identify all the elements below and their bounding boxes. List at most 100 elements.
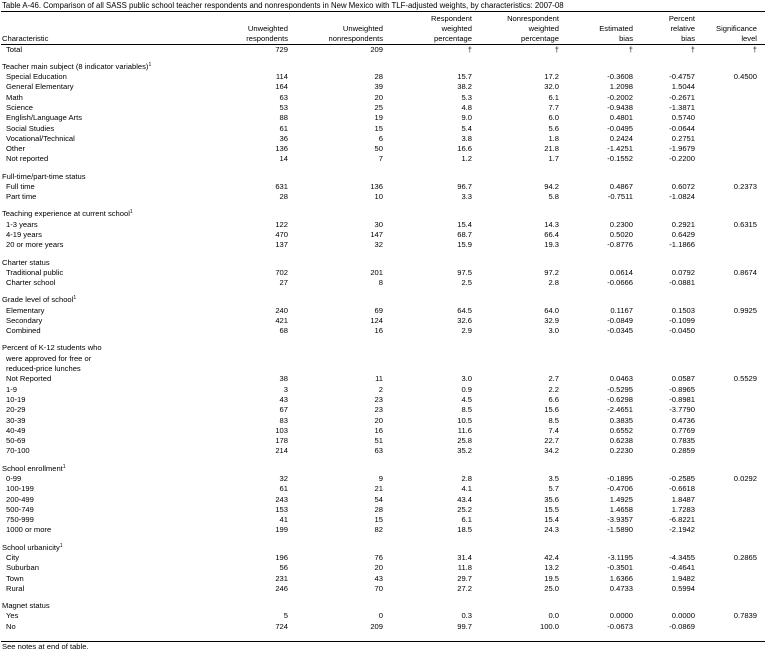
table-cell: 25 [374, 102, 383, 112]
table-row: Other 136 50 16.6 21.8 -1.4251 -1.9679 [0, 144, 766, 154]
table-cell: 0.2373 [733, 181, 757, 191]
row-label: Suburban [6, 563, 39, 573]
table-cell: 16 [374, 326, 383, 336]
table-cell: 5.8 [548, 192, 559, 202]
section-heading-row: Teacher main subject (8 indicator variab… [0, 62, 766, 72]
table-cell: 68.7 [457, 230, 472, 239]
row-label-text: 1000 or more [6, 525, 52, 535]
table-cell: 0.2230 [609, 446, 633, 456]
table-cell: 5.3 [461, 92, 472, 102]
table-cell: 3.5 [548, 473, 559, 483]
row-label-text: 750-999 [6, 515, 34, 525]
table-cell: 6.1 [548, 92, 559, 102]
table-cell: 1.7 [548, 154, 559, 164]
table-cell: 11 [375, 374, 383, 384]
row-label-text: Teacher main subject (8 indicator variab… [2, 61, 149, 71]
table-cell: 27 [279, 278, 288, 288]
table-cell: 9 [378, 473, 383, 483]
table-cell: 122 [275, 219, 288, 229]
table-cell: 0.0587 [671, 374, 695, 384]
table-cell: 51 [374, 436, 383, 446]
row-label: General Elementary [6, 82, 74, 92]
table-cell: 153 [275, 504, 288, 514]
table-cell: 88 [279, 113, 288, 123]
table-cell: 209 [370, 44, 383, 54]
table-cell: 0.0614 [609, 267, 633, 277]
table-cell: 0.7769 [671, 425, 695, 435]
row-label-text: Secondary [6, 315, 43, 325]
table-cell: 8.5 [461, 405, 472, 415]
table-cell: 2.8 [461, 473, 472, 483]
table-cell: 28 [374, 72, 383, 81]
table-cell: -1.9679 [669, 144, 695, 154]
table-cell: 136 [370, 181, 383, 191]
table-cell: 0.5529 [733, 374, 757, 384]
table-cell: 34.2 [544, 446, 559, 456]
table-cell: 4.1 [461, 484, 472, 494]
table-cell: 15.4 [544, 515, 559, 525]
table-cell: 6 [378, 133, 383, 143]
table-cell: 70 [374, 583, 383, 593]
table-cell: 0.0792 [671, 267, 695, 277]
table-cell: 178 [275, 436, 288, 446]
table-cell: 30 [374, 219, 383, 229]
table-cell: 0.0292 [733, 473, 757, 483]
row-label: City [6, 553, 19, 563]
table-cell: 14.3 [544, 219, 559, 229]
table-cell: 124 [370, 315, 383, 325]
section-heading-row: Magnet status [0, 601, 766, 611]
row-label-text: 1-3 years [6, 219, 38, 229]
table-cell: 13.2 [544, 563, 559, 573]
table-cell: 0.6429 [671, 230, 695, 239]
row-label-text: School enrollment [2, 463, 63, 473]
row-label-text: Not Reported [6, 374, 52, 384]
table-cell: -1.5890 [607, 525, 633, 535]
table-cell: 25.0 [544, 583, 559, 593]
table-cell: 114 [275, 72, 288, 81]
table-cell: 15 [374, 515, 383, 525]
row-label: Other [6, 144, 25, 154]
table-cell: 196 [275, 552, 288, 562]
table-cell: 25.8 [457, 436, 472, 446]
table-cell: 97.5 [457, 267, 472, 277]
table-cell: 35.6 [544, 494, 559, 504]
table-cell: 137 [275, 240, 288, 250]
table-row: English/Language Arts 88 19 9.0 6.0 0.4801 0.5… [0, 113, 766, 123]
table-cell: 20 [374, 92, 383, 102]
table-cell: 0 [378, 611, 383, 621]
table-cell: 0.7839 [733, 611, 757, 621]
row-label: were approved for free or [6, 354, 91, 364]
row-label: 70-100 [6, 446, 30, 456]
table-cell: -0.4641 [669, 563, 695, 573]
table-row: 20-29 67 23 8.5 15.6 -2.4651 -3.7790 [0, 405, 766, 415]
table-cell: 0.8674 [733, 267, 757, 277]
row-label: Combined [6, 326, 41, 336]
row-label-text: Social Studies [6, 123, 55, 133]
section-heading-row: Percent of K-12 students who [0, 343, 766, 353]
section-heading: Grade level of school1 [2, 295, 76, 305]
table-cell: -0.0666 [607, 278, 633, 288]
table-cell: 17.2 [544, 72, 559, 81]
row-label: Special Education [6, 72, 67, 82]
table-footnote: See notes at end of table. [2, 642, 89, 651]
table-cell: 53 [279, 102, 288, 112]
row-label-text: Percent of K-12 students who [2, 343, 102, 353]
table-row: 30-39 83 20 10.5 8.5 0.3835 0.4736 [0, 416, 766, 426]
table-cell: -0.8981 [669, 394, 695, 404]
table-cell: -0.2671 [669, 92, 695, 102]
section-heading-row: Charter status [0, 258, 766, 268]
table-cell: 11.8 [457, 563, 472, 573]
table-row: City 196 76 31.4 42.4 -3.1195 -4.3455 0.2865 [0, 553, 766, 563]
table-cell: 94.2 [544, 181, 559, 191]
row-label: 40-49 [6, 426, 25, 436]
table-row: 200-499 243 54 43.4 35.6 1.4925 1.8487 [0, 495, 766, 505]
row-label-text: 50-69 [6, 436, 26, 446]
table-row: Traditional public 702 201 97.5 97.2 0.0614 0.… [0, 268, 766, 278]
table-cell: -0.0881 [669, 278, 695, 288]
row-label-text: Elementary [6, 305, 45, 315]
table-cell: 3.0 [461, 374, 472, 384]
section-heading: School urbanicity1 [2, 543, 63, 553]
table-cell: -0.7511 [607, 192, 633, 202]
table-cell: 0.4736 [671, 415, 695, 425]
table-cell: 199 [275, 525, 288, 535]
